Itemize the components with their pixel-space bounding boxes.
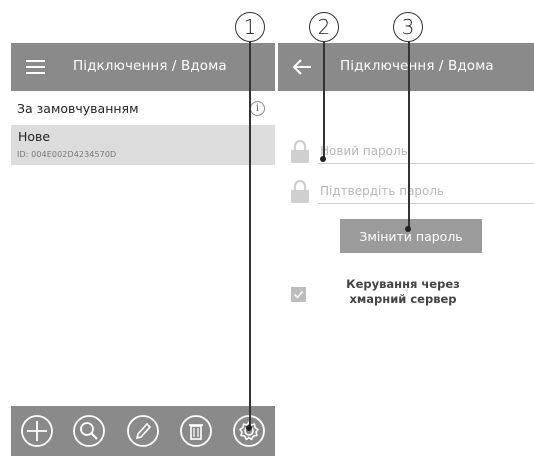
- callout-2: 2: [309, 12, 339, 42]
- delete-icon[interactable]: [179, 414, 213, 448]
- new-password-field[interactable]: Новий пароль: [290, 136, 534, 164]
- cloud-control-label: Керування через хмарний сервер: [346, 277, 460, 306]
- change-password-button[interactable]: Змінити пароль: [340, 219, 482, 253]
- callout-1: 1: [235, 12, 265, 42]
- info-icon[interactable]: i: [250, 101, 265, 116]
- add-icon[interactable]: [20, 414, 54, 448]
- lock-icon: [291, 139, 309, 163]
- callout-dot-2: [320, 156, 326, 162]
- cloud-control-checkbox[interactable]: [291, 287, 306, 302]
- confirm-password-field[interactable]: Підтвердіть пароль: [290, 176, 534, 204]
- app-bar: Підключення / Вдома: [11, 43, 275, 91]
- edit-icon[interactable]: [126, 414, 160, 448]
- lock-icon: [291, 179, 309, 203]
- confirm-password-placeholder: Підтвердіть пароль: [320, 184, 445, 198]
- new-password-placeholder: Новий пароль: [320, 144, 408, 158]
- callout-dot-1: [246, 425, 252, 431]
- app-bar: Підключення / Вдома: [278, 43, 534, 91]
- group-header: За замовчуванням i: [11, 91, 275, 125]
- back-arrow-icon[interactable]: [290, 55, 314, 79]
- bottom-toolbar: [11, 406, 275, 456]
- page-title: Підключення / Вдома: [340, 58, 494, 74]
- device-name: Нове: [18, 129, 51, 144]
- menu-icon[interactable]: [26, 60, 45, 74]
- callout-dot-3: [405, 226, 411, 232]
- device-list-screen: Підключення / Вдома За замовчуванням i Н…: [11, 43, 275, 456]
- group-label: За замовчуванням: [17, 100, 139, 116]
- callout-3: 3: [393, 12, 423, 42]
- field-underline: [318, 163, 534, 164]
- checkmark-icon: [293, 290, 304, 299]
- field-underline: [318, 203, 534, 204]
- callout-leader-2: [323, 39, 325, 159]
- page-title: Підключення / Вдома: [73, 58, 227, 74]
- callout-leader-1: [249, 39, 251, 428]
- search-icon[interactable]: [72, 414, 106, 448]
- device-list-item[interactable]: Нове ID: 004E002D4234570D: [11, 125, 275, 165]
- callout-leader-3: [408, 39, 410, 229]
- change-password-screen: Підключення / Вдома Новий пароль Підтвер…: [278, 43, 534, 456]
- device-id: ID: 004E002D4234570D: [17, 150, 117, 159]
